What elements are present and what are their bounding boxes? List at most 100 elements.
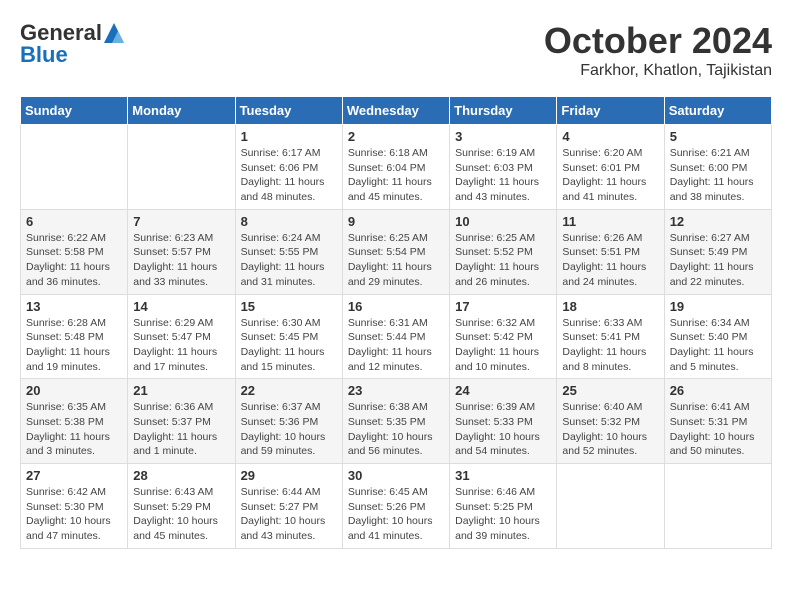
- calendar-cell: 24 Sunrise: 6:39 AMSunset: 5:33 PMDayligh…: [450, 379, 557, 464]
- day-number: 31: [455, 468, 551, 483]
- logo-icon: [104, 23, 124, 43]
- day-info: Sunrise: 6:38 AMSunset: 5:35 PMDaylight:…: [348, 400, 444, 459]
- calendar-cell: 18 Sunrise: 6:33 AMSunset: 5:41 PMDayligh…: [557, 294, 664, 379]
- day-info: Sunrise: 6:36 AMSunset: 5:37 PMDaylight:…: [133, 400, 229, 459]
- day-number: 19: [670, 299, 766, 314]
- day-info: Sunrise: 6:22 AMSunset: 5:58 PMDaylight:…: [26, 231, 122, 290]
- day-number: 5: [670, 129, 766, 144]
- calendar-header-row: SundayMondayTuesdayWednesdayThursdayFrid…: [21, 97, 772, 125]
- calendar-cell: 5Sunrise: 6:21 AMSunset: 6:00 PMDaylight…: [664, 125, 771, 210]
- calendar-week-1: 1Sunrise: 6:17 AMSunset: 6:06 PMDaylight…: [21, 125, 772, 210]
- weekday-header-tuesday: Tuesday: [235, 97, 342, 125]
- day-info: Sunrise: 6:24 AMSunset: 5:55 PMDaylight:…: [241, 231, 337, 290]
- calendar-cell: 23Sunrise: 6:38 AMSunset: 5:35 PMDayligh…: [342, 379, 449, 464]
- calendar-week-2: 6 Sunrise: 6:22 AMSunset: 5:58 PMDaylight…: [21, 209, 772, 294]
- calendar-week-3: 13 Sunrise: 6:28 AMSunset: 5:48 PMDayligh…: [21, 294, 772, 379]
- day-number: 13: [26, 299, 122, 314]
- day-info: Sunrise: 6:28 AMSunset: 5:48 PMDaylight:…: [26, 316, 122, 375]
- title-block: October 2024 Farkhor, Khatlon, Tajikista…: [544, 20, 772, 80]
- calendar-cell: 21 Sunrise: 6:36 AMSunset: 5:37 PMDayligh…: [128, 379, 235, 464]
- calendar-cell: 28Sunrise: 6:43 AMSunset: 5:29 PMDayligh…: [128, 464, 235, 549]
- day-info: Sunrise: 6:32 AMSunset: 5:42 PMDaylight:…: [455, 316, 551, 375]
- day-number: 10: [455, 214, 551, 229]
- logo: General Blue: [20, 20, 124, 68]
- day-number: 8: [241, 214, 337, 229]
- day-info: Sunrise: 6:46 AMSunset: 5:25 PMDaylight:…: [455, 485, 551, 544]
- weekday-header-monday: Monday: [128, 97, 235, 125]
- day-number: 29: [241, 468, 337, 483]
- calendar-cell: 3Sunrise: 6:19 AMSunset: 6:03 PMDaylight…: [450, 125, 557, 210]
- day-info: Sunrise: 6:33 AMSunset: 5:41 PMDaylight:…: [562, 316, 658, 375]
- day-number: 11: [562, 214, 658, 229]
- calendar-cell: 14 Sunrise: 6:29 AMSunset: 5:47 PMDayligh…: [128, 294, 235, 379]
- day-number: 2: [348, 129, 444, 144]
- calendar-cell: 13 Sunrise: 6:28 AMSunset: 5:48 PMDayligh…: [21, 294, 128, 379]
- day-info: Sunrise: 6:17 AMSunset: 6:06 PMDaylight:…: [241, 146, 337, 205]
- day-number: 15: [241, 299, 337, 314]
- day-number: 27: [26, 468, 122, 483]
- day-info: Sunrise: 6:29 AMSunset: 5:47 PMDaylight:…: [133, 316, 229, 375]
- day-number: 24: [455, 383, 551, 398]
- day-info: Sunrise: 6:39 AMSunset: 5:33 PMDaylight:…: [455, 400, 551, 459]
- day-number: 18: [562, 299, 658, 314]
- calendar-cell: 16 Sunrise: 6:31 AMSunset: 5:44 PMDayligh…: [342, 294, 449, 379]
- day-info: Sunrise: 6:18 AMSunset: 6:04 PMDaylight:…: [348, 146, 444, 205]
- calendar-cell: [557, 464, 664, 549]
- calendar-cell: 27Sunrise: 6:42 AMSunset: 5:30 PMDayligh…: [21, 464, 128, 549]
- day-info: Sunrise: 6:23 AMSunset: 5:57 PMDaylight:…: [133, 231, 229, 290]
- day-number: 16: [348, 299, 444, 314]
- calendar-cell: 22Sunrise: 6:37 AMSunset: 5:36 PMDayligh…: [235, 379, 342, 464]
- day-info: Sunrise: 6:25 AMSunset: 5:52 PMDaylight:…: [455, 231, 551, 290]
- day-number: 25: [562, 383, 658, 398]
- calendar-cell: 15 Sunrise: 6:30 AMSunset: 5:45 PMDayligh…: [235, 294, 342, 379]
- day-number: 14: [133, 299, 229, 314]
- day-info: Sunrise: 6:30 AMSunset: 5:45 PMDaylight:…: [241, 316, 337, 375]
- calendar-cell: 6 Sunrise: 6:22 AMSunset: 5:58 PMDaylight…: [21, 209, 128, 294]
- calendar-cell: 8 Sunrise: 6:24 AMSunset: 5:55 PMDaylight…: [235, 209, 342, 294]
- day-number: 22: [241, 383, 337, 398]
- day-number: 7: [133, 214, 229, 229]
- weekday-header-thursday: Thursday: [450, 97, 557, 125]
- logo-blue-text: Blue: [20, 42, 68, 68]
- calendar-cell: 2 Sunrise: 6:18 AMSunset: 6:04 PMDaylight…: [342, 125, 449, 210]
- day-number: 6: [26, 214, 122, 229]
- day-info: Sunrise: 6:44 AMSunset: 5:27 PMDaylight:…: [241, 485, 337, 544]
- weekday-header-friday: Friday: [557, 97, 664, 125]
- day-number: 17: [455, 299, 551, 314]
- calendar-week-4: 20 Sunrise: 6:35 AMSunset: 5:38 PMDayligh…: [21, 379, 772, 464]
- calendar-cell: 25 Sunrise: 6:40 AMSunset: 5:32 PMDayligh…: [557, 379, 664, 464]
- weekday-header-saturday: Saturday: [664, 97, 771, 125]
- day-number: 21: [133, 383, 229, 398]
- day-number: 9: [348, 214, 444, 229]
- day-number: 26: [670, 383, 766, 398]
- calendar-cell: 17 Sunrise: 6:32 AMSunset: 5:42 PMDayligh…: [450, 294, 557, 379]
- month-title: October 2024: [544, 20, 772, 62]
- calendar-table: SundayMondayTuesdayWednesdayThursdayFrid…: [20, 96, 772, 549]
- location: Farkhor, Khatlon, Tajikistan: [544, 62, 772, 80]
- day-info: Sunrise: 6:35 AMSunset: 5:38 PMDaylight:…: [26, 400, 122, 459]
- day-number: 30: [348, 468, 444, 483]
- day-info: Sunrise: 6:25 AMSunset: 5:54 PMDaylight:…: [348, 231, 444, 290]
- day-number: 3: [455, 129, 551, 144]
- day-number: 4: [562, 129, 658, 144]
- calendar-cell: 19Sunrise: 6:34 AMSunset: 5:40 PMDayligh…: [664, 294, 771, 379]
- calendar-cell: [21, 125, 128, 210]
- page-header: General Blue October 2024 Farkhor, Khatl…: [20, 20, 772, 80]
- calendar-cell: 12Sunrise: 6:27 AMSunset: 5:49 PMDayligh…: [664, 209, 771, 294]
- day-info: Sunrise: 6:31 AMSunset: 5:44 PMDaylight:…: [348, 316, 444, 375]
- weekday-header-sunday: Sunday: [21, 97, 128, 125]
- day-info: Sunrise: 6:40 AMSunset: 5:32 PMDaylight:…: [562, 400, 658, 459]
- calendar-cell: 9 Sunrise: 6:25 AMSunset: 5:54 PMDaylight…: [342, 209, 449, 294]
- calendar-week-5: 27Sunrise: 6:42 AMSunset: 5:30 PMDayligh…: [21, 464, 772, 549]
- day-number: 20: [26, 383, 122, 398]
- calendar-cell: [664, 464, 771, 549]
- calendar-cell: 11Sunrise: 6:26 AMSunset: 5:51 PMDayligh…: [557, 209, 664, 294]
- calendar-cell: 26Sunrise: 6:41 AMSunset: 5:31 PMDayligh…: [664, 379, 771, 464]
- calendar-cell: 30Sunrise: 6:45 AMSunset: 5:26 PMDayligh…: [342, 464, 449, 549]
- calendar-cell: 29 Sunrise: 6:44 AMSunset: 5:27 PMDayligh…: [235, 464, 342, 549]
- day-info: Sunrise: 6:20 AMSunset: 6:01 PMDaylight:…: [562, 146, 658, 205]
- calendar-cell: 1Sunrise: 6:17 AMSunset: 6:06 PMDaylight…: [235, 125, 342, 210]
- calendar-cell: 31 Sunrise: 6:46 AMSunset: 5:25 PMDayligh…: [450, 464, 557, 549]
- day-info: Sunrise: 6:43 AMSunset: 5:29 PMDaylight:…: [133, 485, 229, 544]
- calendar-cell: 7 Sunrise: 6:23 AMSunset: 5:57 PMDaylight…: [128, 209, 235, 294]
